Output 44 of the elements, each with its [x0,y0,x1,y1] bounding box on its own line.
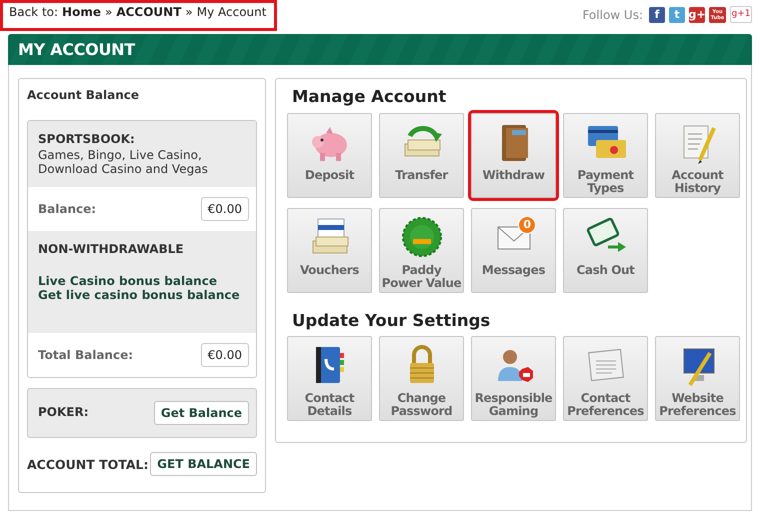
account-tile-button[interactable]: Website Preferences [655,336,740,421]
account-tile-button[interactable]: Change Password [379,336,464,421]
account-tile-button[interactable]: Messages 0 [471,208,556,293]
total-balance-label: Total Balance: [38,348,134,362]
bonus-link[interactable]: Get live casino bonus balance [38,288,246,302]
breadcrumb-separator: » [104,5,112,19]
breadcrumb-prefix: Back to: [9,5,58,19]
account-tile-button[interactable]: Deposit [287,113,372,198]
breadcrumb-link[interactable]: Home [62,5,101,19]
account-tile-button[interactable]: Responsible Gaming [471,336,556,421]
account-tile-button[interactable]: Withdraw [471,113,556,198]
balance-value: €0.00 [200,197,249,221]
account-tile-button[interactable]: Account History [655,113,740,198]
section-heading: SPORTSBOOK: [38,132,136,146]
social-link[interactable]: t [669,6,685,22]
get-balance-button[interactable]: Get Balance [154,401,249,425]
card-title: Account Balance [27,88,140,102]
round-badge-icon [400,215,444,259]
breadcrumb-current: My Account [196,5,266,19]
account-total-label: ACCOUNT TOTAL: [27,456,148,472]
section-description: Games, Bingo, Live Casino, Download Casino and Vegas [38,148,209,176]
bonus-link[interactable]: Live Casino bonus balance [38,274,246,288]
get-balance-button[interactable]: GET BALANCE [150,452,257,476]
total-balance-value: €0.00 [200,343,249,367]
social-link[interactable]: f [649,6,665,22]
account-tile-button[interactable]: Contact Details [287,336,372,421]
follow-label: Follow Us: [582,8,643,22]
account-tile-button[interactable]: Paddy Power Value [379,208,464,293]
account-tile-button[interactable]: Contact Preferences [563,336,648,421]
breadcrumb-separator: » [185,5,193,19]
poker-label: POKER: [38,405,89,419]
account-tile-button[interactable]: Payment Types [563,113,648,198]
account-tile-button[interactable]: Vouchers [287,208,372,293]
social-link[interactable]: g+1 [730,6,752,23]
account-tile-button[interactable]: Transfer [379,113,464,198]
section-heading: Update Your Settings [292,311,492,330]
section-heading: Manage Account [292,87,448,106]
account-tile-button[interactable]: Cash Out [563,208,648,293]
page-title-bar: MY ACCOUNT [8,34,752,65]
section-heading: NON-WITHDRAWABLE [38,242,185,256]
social-link[interactable]: g+ [689,6,705,22]
count-badge: 0 [518,216,536,234]
breadcrumb-link[interactable]: ACCOUNT [116,5,182,19]
balance-label: Balance: [38,202,96,216]
